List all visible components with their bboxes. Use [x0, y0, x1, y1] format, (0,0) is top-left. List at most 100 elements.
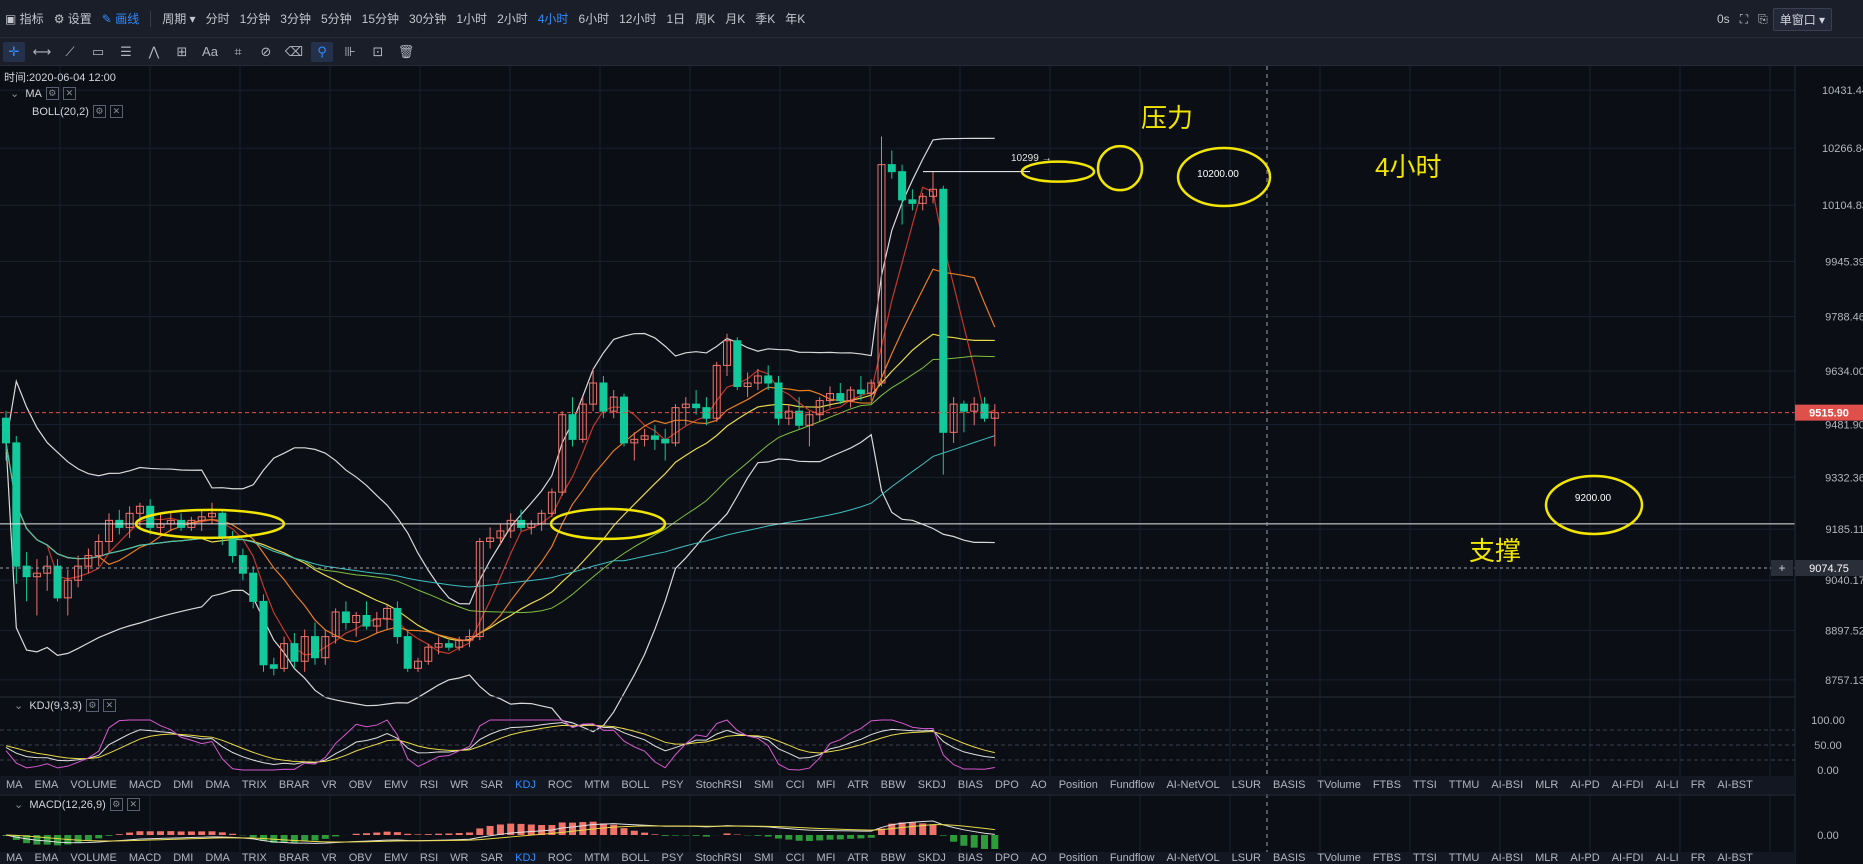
indicator-tab-24-lower[interactable]: BBW	[875, 852, 912, 864]
period-6[interactable]: 1小时	[451, 10, 492, 27]
indicator-tab-23[interactable]: ATR	[841, 779, 874, 791]
period-8[interactable]: 4小时	[533, 10, 574, 27]
close-icon[interactable]: ✕	[62, 87, 76, 100]
screenshot-icon[interactable]: ⎘	[1753, 12, 1773, 27]
indicator-tab-6[interactable]: TRIX	[236, 779, 273, 791]
indicator-tab-17-lower[interactable]: BOLL	[615, 852, 655, 864]
indicator-tab-29[interactable]: Position	[1053, 779, 1104, 791]
indicator-tab-32-lower[interactable]: LSUR	[1226, 852, 1267, 864]
indicator-tab-12-lower[interactable]: WR	[444, 852, 474, 864]
indicator-tab-20-lower[interactable]: SMI	[748, 852, 780, 864]
period-dropdown[interactable]: 周期 ▾	[157, 10, 200, 27]
period-14[interactable]: 季K	[750, 10, 780, 27]
indicator-tab-14[interactable]: KDJ	[509, 779, 542, 791]
period-2[interactable]: 3分钟	[275, 10, 316, 27]
indicator-tab-30-lower[interactable]: Fundflow	[1104, 852, 1161, 864]
indicator-tab-17[interactable]: BOLL	[615, 779, 655, 791]
trend-line-icon[interactable]: ⟋	[59, 42, 81, 62]
indicator-tab-36[interactable]: TTSI	[1407, 779, 1443, 791]
rectangle-icon[interactable]: ▭	[87, 42, 109, 62]
indicator-tab-38[interactable]: AI-BSI	[1485, 779, 1529, 791]
main-chart[interactable]: 压力支撑 4小时 10299 → 10200.00 9200.00 10431.44 10…	[0, 66, 1863, 864]
indicator-tab-18-lower[interactable]: PSY	[656, 852, 690, 864]
indicator-tab-39[interactable]: MLR	[1529, 779, 1564, 791]
indicator-tab-9[interactable]: OBV	[343, 779, 378, 791]
indicator-tab-31-lower[interactable]: AI-NetVOL	[1160, 852, 1225, 864]
period-15[interactable]: 年K	[780, 10, 810, 27]
indicator-tab-44[interactable]: AI-BST	[1711, 779, 1758, 791]
indicator-tab-10-lower[interactable]: EMV	[378, 852, 414, 864]
indicator-tab-1[interactable]: EMA	[29, 779, 65, 791]
indicator-tab-42[interactable]: AI-LI	[1650, 779, 1685, 791]
fib-icon[interactable]: ⌗	[227, 42, 249, 62]
indicator-tab-32[interactable]: LSUR	[1226, 779, 1267, 791]
indicator-tab-12[interactable]: WR	[444, 779, 474, 791]
eraser-icon[interactable]: ⌫	[283, 42, 305, 62]
indicator-tab-0[interactable]: MA	[0, 779, 29, 791]
indicator-tab-24[interactable]: BBW	[875, 779, 912, 791]
indicator-tab-43[interactable]: FR	[1685, 779, 1712, 791]
indicator-tab-4-lower[interactable]: DMI	[167, 852, 199, 864]
indicator-tab-0-lower[interactable]: MA	[0, 852, 29, 864]
indicator-tab-13-lower[interactable]: SAR	[474, 852, 509, 864]
indicator-tab-36-lower[interactable]: TTSI	[1407, 852, 1443, 864]
indicator-tab-38-lower[interactable]: AI-BSI	[1485, 852, 1529, 864]
indicator-tab-37-lower[interactable]: TTMU	[1443, 852, 1486, 864]
indicator-tab-43-lower[interactable]: FR	[1685, 852, 1712, 864]
period-12[interactable]: 周K	[690, 10, 720, 27]
indicator-tab-35-lower[interactable]: FTBS	[1367, 852, 1407, 864]
indicator-tab-13[interactable]: SAR	[474, 779, 509, 791]
indicator-tab-31[interactable]: AI-NetVOL	[1160, 779, 1225, 791]
indicator-tab-5-lower[interactable]: DMA	[199, 852, 235, 864]
indicator-tab-20[interactable]: SMI	[748, 779, 780, 791]
indicator-tab-26-lower[interactable]: BIAS	[952, 852, 989, 864]
indicator-tab-25-lower[interactable]: SKDJ	[912, 852, 952, 864]
indicator-tab-9-lower[interactable]: OBV	[343, 852, 378, 864]
indicator-tab-11-lower[interactable]: RSI	[414, 852, 444, 864]
indicator-tab-44-lower[interactable]: AI-BST	[1711, 852, 1758, 864]
indicator-tab-2-lower[interactable]: VOLUME	[64, 852, 122, 864]
indicator-tab-40-lower[interactable]: AI-PD	[1564, 852, 1605, 864]
indicator-tab-6-lower[interactable]: TRIX	[236, 852, 273, 864]
window-mode-select[interactable]: 单窗口 ▾	[1772, 7, 1833, 31]
indicator-tab-33-lower[interactable]: BASIS	[1267, 852, 1311, 864]
indicator-tab-7[interactable]: BRAR	[273, 779, 316, 791]
indicator-tab-8-lower[interactable]: VR	[315, 852, 342, 864]
indicator-tab-26[interactable]: BIAS	[952, 779, 989, 791]
indicator-tab-25[interactable]: SKDJ	[912, 779, 952, 791]
indicator-tab-40[interactable]: AI-PD	[1564, 779, 1605, 791]
indicator-tab-23-lower[interactable]: ATR	[841, 852, 874, 864]
indicator-tab-15[interactable]: ROC	[542, 779, 578, 791]
magnet-icon[interactable]: ⚲	[311, 41, 333, 62]
indicator-tab-7-lower[interactable]: BRAR	[273, 852, 316, 864]
indicator-tab-3[interactable]: MACD	[123, 779, 167, 791]
period-4[interactable]: 15分钟	[357, 10, 404, 27]
indicator-tab-10[interactable]: EMV	[378, 779, 414, 791]
indicator-tab-22[interactable]: MFI	[811, 779, 842, 791]
settings-icon[interactable]: ⚙	[109, 798, 123, 811]
period-9[interactable]: 6小时	[573, 10, 614, 27]
period-3[interactable]: 5分钟	[316, 10, 357, 27]
indicator-tab-35[interactable]: FTBS	[1367, 779, 1407, 791]
close-icon[interactable]: ✕	[102, 699, 116, 712]
wave-icon[interactable]: ⋀	[143, 42, 165, 62]
crosshair-icon[interactable]: ✛	[3, 41, 25, 62]
settings-icon[interactable]: ⚙	[92, 105, 106, 118]
period-13[interactable]: 月K	[720, 10, 750, 27]
indicator-tab-16[interactable]: MTM	[578, 779, 615, 791]
indicator-tab-34-lower[interactable]: TVolume	[1311, 852, 1366, 864]
indicator-tab-11[interactable]: RSI	[414, 779, 444, 791]
indicator-button[interactable]: ▣ 指标	[0, 10, 49, 27]
indicator-tab-3-lower[interactable]: MACD	[123, 852, 167, 864]
brush-icon[interactable]: ⊘	[255, 42, 277, 62]
close-icon[interactable]: ✕	[126, 798, 140, 811]
indicator-tab-29-lower[interactable]: Position	[1053, 852, 1104, 864]
indicator-tab-16-lower[interactable]: MTM	[578, 852, 615, 864]
text-icon[interactable]: Aa	[199, 42, 221, 62]
settings-icon[interactable]: ⚙	[45, 87, 59, 100]
period-5[interactable]: 30分钟	[404, 10, 451, 27]
close-icon[interactable]: ✕	[109, 105, 123, 118]
indicator-tab-28[interactable]: AO	[1025, 779, 1053, 791]
parallel-icon[interactable]: ☰	[115, 42, 137, 62]
indicator-tab-19-lower[interactable]: StochRSI	[690, 852, 748, 864]
